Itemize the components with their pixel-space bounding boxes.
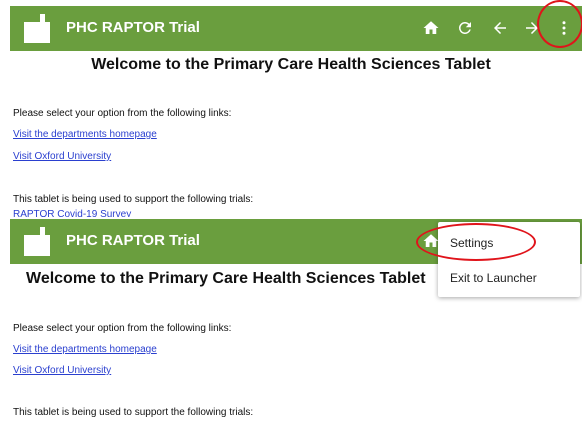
more-options-button[interactable] — [552, 16, 576, 40]
back-button[interactable] — [488, 16, 512, 40]
overflow-menu: Settings Exit to Launcher — [438, 222, 580, 297]
trials-text: This tablet is being used to support the… — [13, 407, 254, 418]
menu-item-settings[interactable]: Settings — [450, 236, 493, 250]
oxford-link[interactable]: Visit Oxford University — [13, 151, 111, 162]
clipboard-logo-icon — [24, 14, 50, 43]
home-icon — [423, 21, 439, 34]
oxford-link[interactable]: Visit Oxford University — [13, 365, 111, 376]
app-title: PHC RAPTOR Trial — [66, 19, 200, 36]
welcome-heading: Welcome to the Primary Care Health Scien… — [91, 56, 491, 73]
forward-button[interactable] — [520, 16, 544, 40]
departments-link[interactable]: Visit the departments homepage — [13, 344, 157, 355]
trials-text: This tablet is being used to support the… — [13, 194, 254, 205]
more-vert-icon — [562, 21, 566, 35]
clipboard-logo-icon — [24, 227, 50, 256]
refresh-button[interactable] — [453, 16, 477, 40]
app-bar: PHC RAPTOR Trial — [10, 6, 582, 51]
refresh-icon — [458, 21, 471, 34]
forward-icon — [526, 22, 538, 34]
departments-link[interactable]: Visit the departments homepage — [13, 129, 157, 140]
trial-link-partial[interactable]: RAPTOR Covid-19 Survey — [13, 209, 131, 217]
home-button[interactable] — [419, 16, 443, 40]
select-prompt: Please select your option from the follo… — [13, 108, 232, 119]
menu-item-exit-launcher[interactable]: Exit to Launcher — [450, 271, 537, 285]
back-icon — [494, 22, 506, 34]
screen-with-menu: PHC RAPTOR Trial Welcome to the Primary … — [0, 217, 582, 421]
select-prompt: Please select your option from the follo… — [13, 323, 232, 334]
app-title: PHC RAPTOR Trial — [66, 232, 200, 249]
screen-before-menu: PHC RAPTOR Trial Welcome to the Primary … — [0, 0, 582, 217]
